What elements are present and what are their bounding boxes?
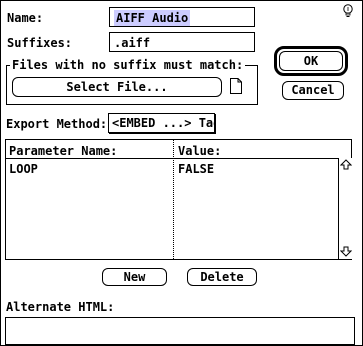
alternate-html-field[interactable]: [5, 317, 355, 345]
scroll-up-arrow-icon[interactable]: [339, 159, 353, 171]
alternate-html-label: Alternate HTML:: [6, 300, 115, 314]
parameter-name-header: Parameter Name:: [9, 144, 118, 158]
suffixes-label: Suffixes:: [7, 36, 73, 50]
ok-button-ring: OK: [274, 46, 348, 76]
value-header: Value:: [178, 144, 222, 158]
parameter-row-value[interactable]: FALSE: [178, 162, 214, 176]
suffixes-field[interactable]: .aiff: [109, 32, 255, 52]
blank-document-icon: [230, 78, 242, 94]
delete-button[interactable]: Delete: [187, 268, 257, 286]
cancel-button[interactable]: Cancel: [282, 81, 344, 100]
export-method-popup[interactable]: <EMBED ...> Tag: [108, 113, 215, 133]
export-method-label: Export Method:: [6, 117, 108, 131]
parameters-scrollbar[interactable]: [338, 158, 353, 259]
help-lightbulb-icon[interactable]: [341, 3, 355, 19]
name-field-value: AIFF Audio: [114, 10, 191, 26]
parameter-row-name[interactable]: LOOP: [9, 162, 38, 176]
file-mapping-dialog: Name: AIFF Audio Suffixes: .aiff OK Canc…: [0, 0, 363, 346]
no-suffix-group-title: Files with no suffix must match:: [10, 58, 246, 72]
ok-button[interactable]: OK: [279, 51, 343, 71]
name-field[interactable]: AIFF Audio: [109, 7, 255, 27]
header-separator: [6, 158, 338, 159]
new-button[interactable]: New: [102, 268, 167, 286]
scroll-down-arrow-icon[interactable]: [339, 245, 353, 257]
parameters-list[interactable]: Parameter Name: Value: LOOP FALSE: [5, 139, 353, 260]
select-file-button[interactable]: Select File...: [12, 77, 222, 97]
name-label: Name:: [7, 11, 44, 25]
